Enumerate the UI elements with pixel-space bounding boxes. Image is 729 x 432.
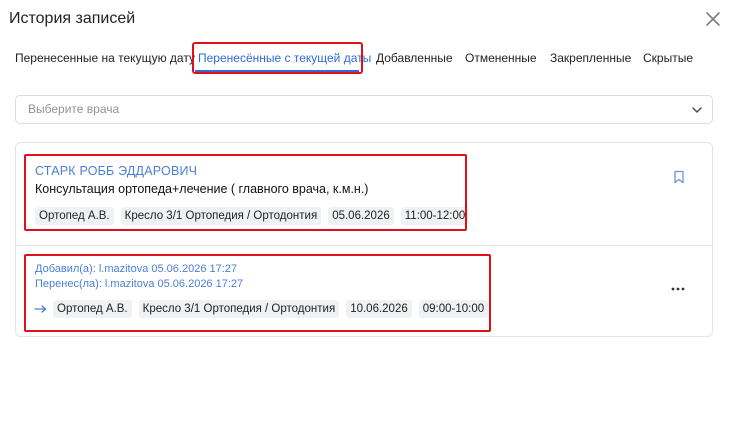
moved-by-text: Перенес(ла): l.mazitova 05.06.2026 17:27 xyxy=(35,278,244,290)
row-divider xyxy=(16,245,712,246)
patient-name-link[interactable]: СТАРК РОББ ЭДДАРОВИЧ xyxy=(35,164,197,178)
record-chips: Ортопед А.В. Кресло 3/1 Ортопедия / Орто… xyxy=(35,207,470,225)
date-chip: 05.06.2026 xyxy=(328,207,394,225)
chair-chip: Кресло 3/1 Ортопедия / Ортодонтия xyxy=(120,207,322,225)
service-name: Консультация ортопеда+лечение ( главного… xyxy=(35,182,369,196)
tab-added[interactable]: Добавленные xyxy=(376,42,453,74)
tab-moved-to-today[interactable]: Перенесенные на текущую дату xyxy=(15,42,195,74)
doctor-chip: Ортопед А.В. xyxy=(53,300,132,318)
doctor-chip: Ортопед А.В. xyxy=(35,207,114,225)
more-horizontal-icon[interactable] xyxy=(670,286,686,292)
records-list: СТАРК РОББ ЭДДАРОВИЧ Консультация ортопе… xyxy=(15,142,713,337)
doctor-select-placeholder: Выберите врача xyxy=(28,102,120,116)
time-chip: 11:00-12:00 xyxy=(400,207,470,225)
close-icon[interactable] xyxy=(704,10,722,28)
chair-chip: Кресло 3/1 Ортопедия / Ортодонтия xyxy=(138,300,340,318)
history-chips: Ортопед А.В. Кресло 3/1 Ортопедия / Орто… xyxy=(53,300,489,318)
doctor-select[interactable]: Выберите врача xyxy=(15,95,713,124)
modal-title: История записей xyxy=(9,10,136,27)
tab-cancelled[interactable]: Отмененные xyxy=(465,42,537,74)
tab-hidden[interactable]: Скрытые xyxy=(643,42,693,74)
tab-pinned[interactable]: Закрепленные xyxy=(550,42,631,74)
added-by-text: Добавил(а): l.mazitova 05.06.2026 17:27 xyxy=(35,263,238,275)
bookmark-icon[interactable] xyxy=(673,170,685,184)
highlight-active-tab xyxy=(192,42,363,74)
chevron-down-icon xyxy=(692,107,702,113)
history-modal: История записей Перенесенные на текущую … xyxy=(0,0,729,432)
time-chip: 09:00-10:00 xyxy=(418,300,489,318)
tabs-bar: Перенесенные на текущую дату Перенесённы… xyxy=(0,42,729,74)
date-chip: 10.06.2026 xyxy=(346,300,412,318)
arrow-right-icon xyxy=(34,305,47,313)
